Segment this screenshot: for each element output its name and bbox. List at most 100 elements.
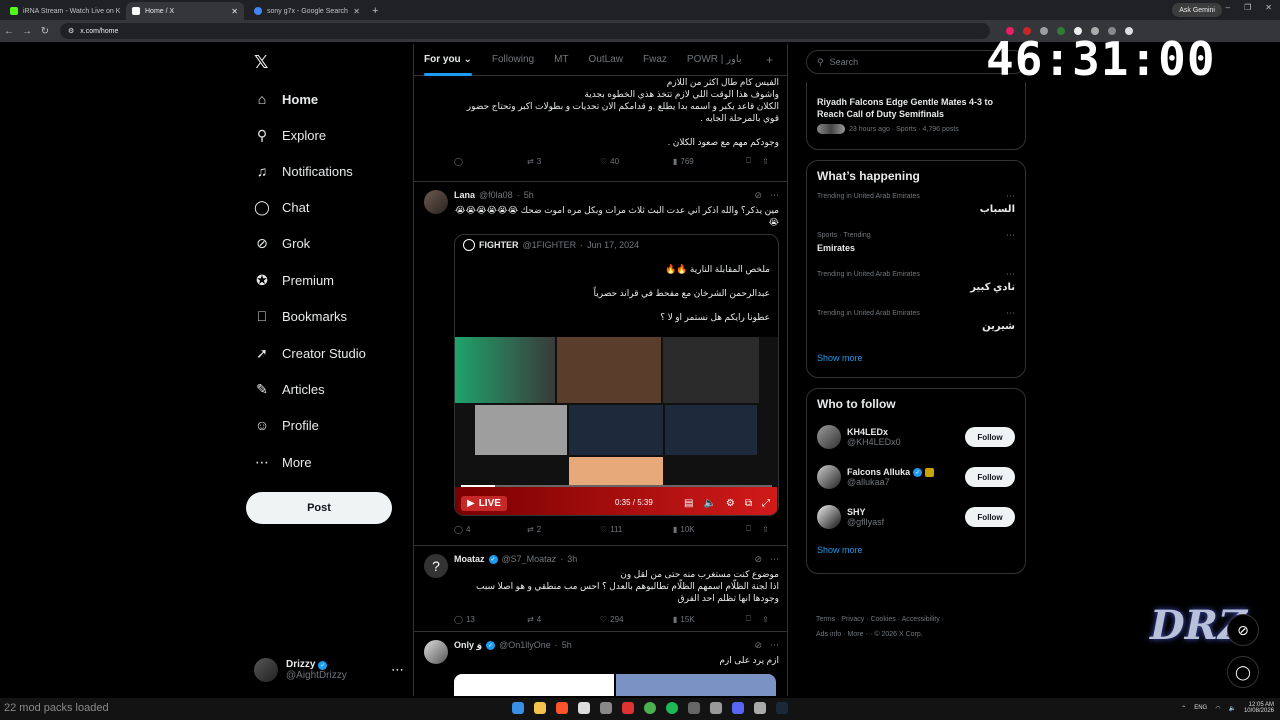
tab-outlaw[interactable]: OutLaw [579,44,633,76]
more-icon[interactable]: ⋯ [770,554,779,565]
tweet[interactable]: الفيس كام طال اكثر من اللازم واشوف هذا ا… [414,76,787,182]
wifi-icon[interactable]: ◠ [1215,705,1220,712]
close-window-icon[interactable]: ✕ [1265,3,1272,12]
like-button[interactable]: ♡ 111 [600,525,673,534]
app-icon[interactable] [600,702,612,714]
pip-icon[interactable]: ⧉ [745,498,752,509]
account-switcher[interactable]: Drizzy ✓ @AightDrizzy ⋯ [254,656,404,684]
show-more-link[interactable]: Show more [807,537,1025,563]
app-icon[interactable] [688,702,700,714]
more-icon[interactable]: ⋯ [391,662,404,678]
tweet-author-name[interactable]: Moataz [454,554,485,564]
footer-link[interactable]: Ads info [816,631,841,638]
browser-tab-x[interactable]: Home / X ✕ [126,2,244,20]
brave-icon[interactable] [556,702,568,714]
bookmark-button[interactable]: ⎕ [746,156,762,166]
tweet[interactable]: ? Moataz ✓ @S7_Moataz · 3h ⊘ ⋯ موضوع كنت … [414,546,787,632]
follow-button[interactable]: Follow [965,467,1015,487]
tweet[interactable]: Lana @f0la08 · 5h ⊘ ⋯ مين يذكر؟ والله اذك… [414,182,787,546]
steam-icon[interactable] [776,702,788,714]
ask-gemini-button[interactable]: Ask Gemini [1172,3,1222,17]
news-headline[interactable]: Riyadh Falcons Edge Gentle Mates 4-3 to … [807,82,1025,120]
start-icon[interactable] [512,702,524,714]
tray-icon[interactable]: ⌃ [1181,705,1186,712]
tab-mt[interactable]: MT [544,44,578,76]
app-icon[interactable] [622,702,634,714]
video-progress-bar[interactable] [461,485,772,487]
footer-link[interactable]: More ··· [848,631,873,638]
quoted-tweet[interactable]: FIGHTER @1FIGHTER · Jun 17, 2024 ملخص ال… [454,234,779,516]
play-icon[interactable]: ▶ [467,498,475,509]
file-explorer-icon[interactable] [534,702,546,714]
tweet[interactable]: Only وَ ✓ @On1llyOne · 5h ⊘ ⋯ ازم يرد على… [414,632,787,696]
follow-button[interactable]: Follow [965,427,1015,447]
nav-premium[interactable]: ✪ Premium [254,269,334,291]
trend-item[interactable]: Sports · Trending Emirates ⋯ [807,228,1025,267]
add-tab-icon[interactable]: + [752,53,787,67]
more-icon[interactable]: ⋯ [1006,230,1015,241]
trend-item[interactable]: Trending in United Arab Emirates نادي كب… [807,267,1025,306]
video-player[interactable]: ▶ LIVE 0:35 / 5:39 ▤ 🔈 ⚙ ⧉ ⤢ [455,337,778,515]
follow-suggestion[interactable]: KH4LEDx @KH4LEDx0 Follow [807,417,1025,457]
url-input[interactable]: ⚙ x.com/home [60,23,990,39]
captions-icon[interactable]: ▤ [684,498,693,509]
nav-chat[interactable]: ◯ Chat [254,196,309,218]
share-button[interactable]: ⇪ [762,525,778,534]
bookmark-button[interactable]: ⎕ [746,614,762,624]
like-button[interactable]: ♡ 40 [600,157,673,166]
back-icon[interactable]: ← [0,26,18,37]
news-card[interactable]: Riyadh Falcons Edge Gentle Mates 4-3 to … [806,82,1026,150]
app-icon[interactable] [754,702,766,714]
new-tab-button[interactable]: + [372,2,378,20]
maximize-icon[interactable]: ❐ [1244,3,1251,12]
footer-link[interactable]: Cookies [870,616,895,623]
nav-creator-studio[interactable]: ➚ Creator Studio [254,342,366,364]
share-button[interactable]: ⇪ [762,615,778,624]
bookmark-button[interactable]: ⎕ [746,524,762,534]
reload-icon[interactable]: ↻ [36,26,54,37]
follow-suggestion[interactable]: Falcons Alluka ✓ @allukaa7 Follow [807,457,1025,497]
browser-tab-kick[interactable]: iRNA Stream - Watch Live on K✕ [4,2,122,20]
post-button[interactable]: Post [246,492,392,524]
retweet-button[interactable]: ⇄ 4 [527,615,600,624]
tweet-media[interactable] [454,674,779,696]
more-icon[interactable]: ⋯ [1006,269,1015,280]
views-button[interactable]: ▮ 15K [673,615,746,624]
nav-articles[interactable]: ✎ Articles [254,378,325,400]
tab-following[interactable]: Following [482,44,544,76]
nav-grok[interactable]: ⊘ Grok [254,232,310,254]
like-button[interactable]: ♡ 294 [600,615,673,624]
nav-explore[interactable]: ⚲ Explore [254,124,326,146]
tab-for-you[interactable]: For you ⌄ [414,44,482,76]
footer-link[interactable]: Privacy [841,616,864,623]
trend-item[interactable]: Trending in United Arab Emirates السباب … [807,189,1025,228]
app-icon[interactable] [710,702,722,714]
reply-button[interactable]: ◯ [454,157,527,166]
tab-powr[interactable]: POWR | باور [677,44,752,76]
forward-icon[interactable]: → [18,26,36,37]
footer-link[interactable]: Terms [816,616,835,623]
nav-profile[interactable]: ☺ Profile [254,414,319,436]
avatar[interactable] [424,190,448,214]
language-indicator[interactable]: ENG [1194,705,1207,711]
tab-fwaz[interactable]: Fwaz [633,44,677,76]
more-icon[interactable]: ⋯ [770,190,779,201]
show-more-link[interactable]: Show more [807,345,1025,371]
retweet-button[interactable]: ⇄ 2 [527,525,600,534]
follow-suggestion[interactable]: SHY @gfllyasf Follow [807,497,1025,537]
grok-icon[interactable]: ⊘ [754,640,762,651]
follow-button[interactable]: Follow [965,507,1015,527]
footer-link[interactable]: Accessibility [902,616,940,623]
tweet-author-name[interactable]: Only وَ [454,640,482,651]
more-icon[interactable]: ⋯ [770,640,779,651]
tweet-author-name[interactable]: Lana [454,190,475,200]
volume-icon[interactable]: 🔈 [1228,705,1235,712]
avatar[interactable]: ? [424,554,448,578]
x-logo-icon[interactable]: 𝕏 [254,52,269,73]
avatar[interactable] [424,640,448,664]
retweet-button[interactable]: ⇄ 3 [527,157,600,166]
discord-icon[interactable] [732,702,744,714]
site-info-icon[interactable]: ⚙ [68,27,74,35]
grok-float-button[interactable]: ⊘ [1227,614,1259,646]
minimize-icon[interactable]: – [1226,3,1230,12]
